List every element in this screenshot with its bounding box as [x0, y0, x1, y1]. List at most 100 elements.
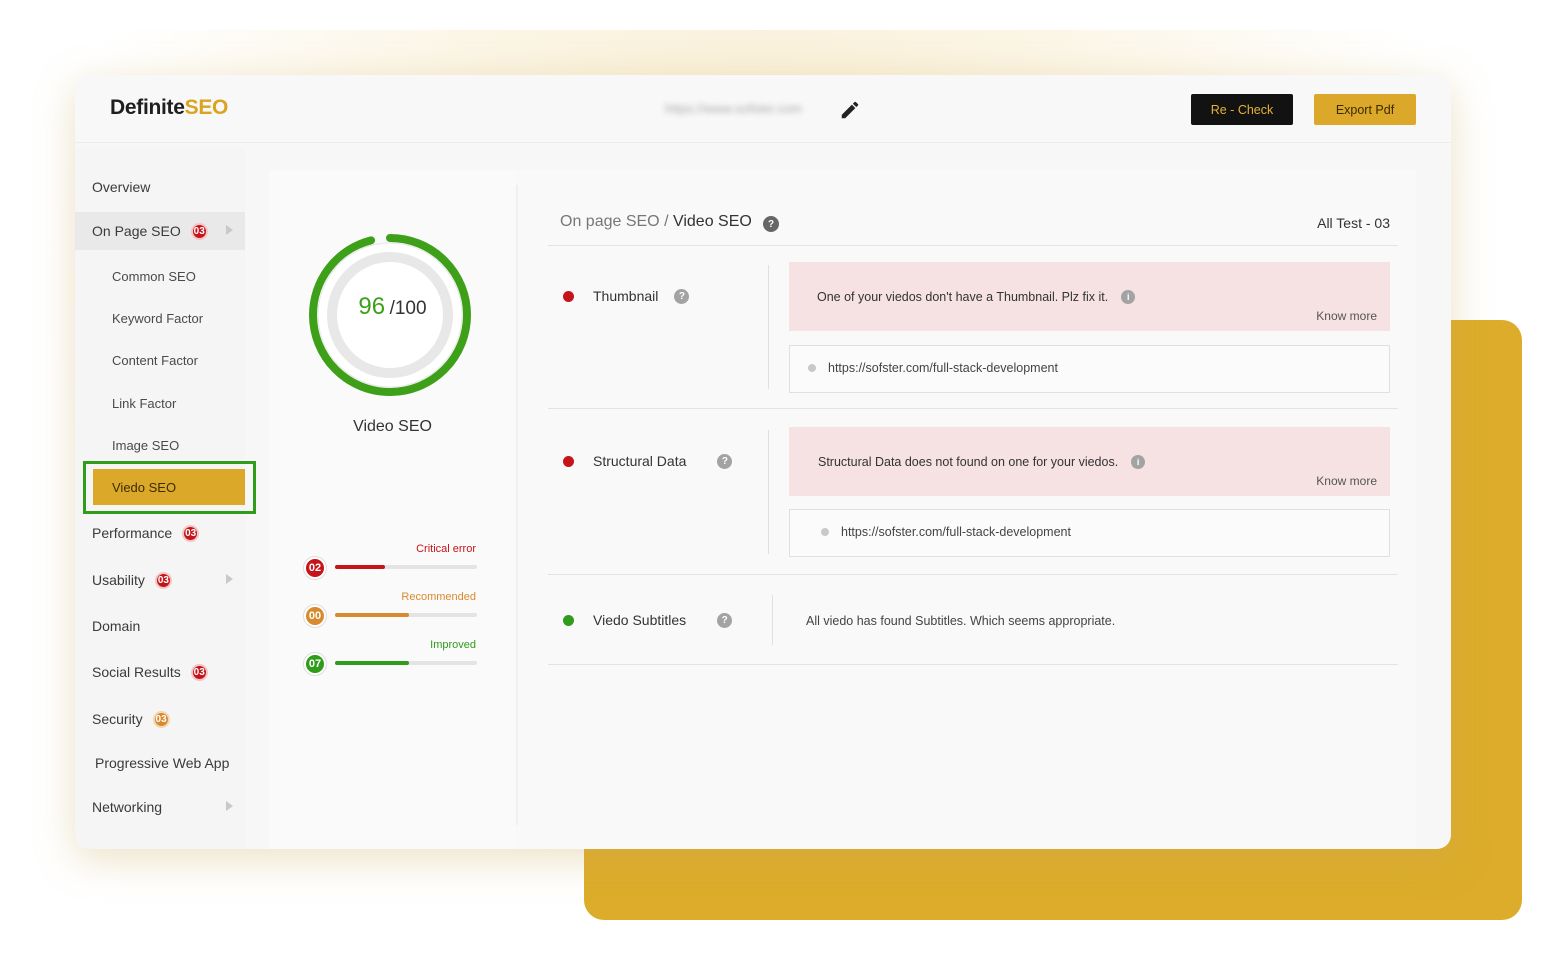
- score-value: 96 /100: [269, 293, 516, 321]
- sidebar-item-label: Image SEO: [112, 437, 180, 453]
- stat-fill: [335, 565, 385, 569]
- sidebar-subitem-common-seo[interactable]: Common SEO: [75, 257, 245, 295]
- stat-count: 02: [304, 557, 326, 579]
- stage: DefiniteSEO https://www.sofster.com Re -…: [0, 0, 1557, 955]
- status-dot: [563, 614, 574, 626]
- sidebar-item-progressive-web-app[interactable]: Progressive Web App: [75, 744, 245, 782]
- url-text[interactable]: https://sofster.com/full-stack-developme…: [828, 361, 1058, 375]
- sidebar-subitem-video-seo[interactable]: Viedo SEO: [93, 469, 245, 505]
- sidebar-item-label: Performance: [92, 525, 173, 541]
- row-divider: [768, 265, 769, 389]
- count-badge: 03: [190, 663, 208, 681]
- sidebar-item-label: Security: [92, 711, 143, 727]
- question-circle-icon[interactable]: ?: [717, 453, 733, 469]
- sidebar-item-label: Progressive Web App: [95, 755, 230, 771]
- sidebar-subitem-content-factor[interactable]: Content Factor: [75, 341, 245, 379]
- test-row-title: Thumbnail ?: [563, 288, 690, 304]
- status-dot: [563, 290, 574, 302]
- sidebar-item-label: On Page SEO: [92, 223, 181, 239]
- subtitle-result-text: All viedo has found Subtitles. Which see…: [806, 614, 1116, 628]
- logo[interactable]: DefiniteSEO: [110, 96, 228, 120]
- alert-box: Structural Data does not found on one fo…: [789, 427, 1390, 496]
- test-row-title: Viedo Subtitles ?: [563, 612, 733, 628]
- info-circle-icon[interactable]: i: [1131, 455, 1146, 469]
- sidebar-item-label: Domain: [92, 618, 141, 634]
- divider: [548, 574, 1398, 575]
- sidebar-item-label: Networking: [92, 799, 163, 815]
- sidebar-subitem-keyword-factor[interactable]: Keyword Factor: [75, 299, 245, 337]
- sidebar-item-label: Viedo SEO: [112, 479, 177, 495]
- test-row-title: Structural Data ?: [563, 453, 733, 469]
- alert-text: One of your viedos don't have a Thumbnai…: [817, 290, 1109, 304]
- stat-track: [335, 613, 477, 617]
- know-more-link[interactable]: Know more: [1316, 309, 1377, 323]
- sidebar-item-label: Content Factor: [112, 352, 198, 368]
- test-title: Viedo Subtitles: [593, 612, 687, 628]
- score-panel: 96 /100 Video SEO 02 Critical error 00 R…: [269, 170, 516, 849]
- stat-track: [335, 565, 477, 569]
- url-text[interactable]: https://sofster.com/full-stack-developme…: [841, 525, 1071, 539]
- main-panel: On page SEO / Video SEO ? All Test - 03 …: [516, 170, 1416, 849]
- count-badge: 03: [182, 524, 200, 542]
- sidebar-subitem-image-seo[interactable]: Image SEO: [75, 426, 245, 464]
- stat-label: Critical error: [416, 543, 476, 555]
- score-label: Video SEO: [353, 418, 432, 435]
- caret-right-icon: [226, 225, 233, 235]
- stat-fill: [335, 613, 409, 617]
- top-bar: DefiniteSEO https://www.sofster.com Re -…: [75, 75, 1451, 143]
- sidebar-item-domain[interactable]: Domain: [75, 607, 245, 645]
- alert-message: One of your viedos don't have a Thumbnai…: [817, 290, 1136, 304]
- alert-box: One of your viedos don't have a Thumbnai…: [789, 262, 1390, 331]
- stat-label: Recommended: [401, 591, 476, 603]
- breadcrumb-parent[interactable]: On page SEO: [560, 213, 660, 230]
- row-divider: [772, 595, 773, 645]
- sidebar-item-usability[interactable]: Usability 03: [75, 561, 245, 599]
- sidebar-item-label: Link Factor: [112, 395, 177, 411]
- caret-right-icon: [226, 574, 233, 584]
- sidebar-item-security[interactable]: Security 03: [75, 700, 245, 738]
- sidebar-item-overview[interactable]: Overview: [75, 168, 245, 206]
- sidebar-subitem-link-factor[interactable]: Link Factor: [75, 384, 245, 422]
- test-title: Structural Data: [593, 453, 687, 469]
- row-divider: [768, 430, 769, 554]
- sidebar-item-label: Overview: [92, 179, 151, 195]
- sidebar-item-networking[interactable]: Networking: [75, 788, 245, 826]
- stat-critical: 02 Critical error: [304, 543, 484, 583]
- sidebar-item-label: Usability: [92, 572, 145, 588]
- url-box: https://sofster.com/full-stack-developme…: [789, 509, 1390, 557]
- divider: [548, 408, 1398, 409]
- export-pdf-button[interactable]: Export Pdf: [1314, 94, 1416, 125]
- status-dot: [563, 455, 574, 467]
- question-circle-icon[interactable]: ?: [763, 216, 779, 232]
- logo-main: Definite: [110, 96, 185, 119]
- pencil-icon[interactable]: [839, 99, 861, 121]
- question-circle-icon[interactable]: ?: [717, 612, 733, 628]
- question-circle-icon[interactable]: ?: [674, 288, 690, 304]
- sidebar-item-label: Common SEO: [112, 268, 196, 284]
- test-title: Thumbnail: [593, 288, 659, 304]
- info-circle-icon[interactable]: i: [1121, 290, 1136, 304]
- app-window: DefiniteSEO https://www.sofster.com Re -…: [75, 75, 1451, 849]
- breadcrumb: On page SEO / Video SEO: [560, 213, 752, 231]
- score-max: /100: [389, 298, 427, 319]
- stat-improved: 07 Improved: [304, 639, 484, 679]
- panel-divider: [516, 185, 518, 825]
- breadcrumb-separator: /: [659, 213, 673, 230]
- count-badge: 03: [154, 571, 172, 589]
- stat-fill: [335, 661, 409, 665]
- caret-right-icon: [226, 801, 233, 811]
- logo-accent: SEO: [184, 96, 229, 119]
- sidebar-item-performance[interactable]: Performance 03: [75, 514, 245, 552]
- know-more-link[interactable]: Know more: [1316, 474, 1377, 488]
- sidebar-item-social-results[interactable]: Social Results 03: [75, 653, 245, 691]
- stat-count: 00: [304, 605, 326, 627]
- count-badge: 03: [190, 222, 208, 240]
- recheck-button[interactable]: Re - Check: [1191, 94, 1293, 125]
- divider: [548, 245, 1398, 246]
- alert-text: Structural Data does not found on one fo…: [818, 455, 1119, 469]
- count-badge: 03: [152, 710, 170, 728]
- breadcrumb-current: Video SEO: [672, 213, 752, 230]
- sidebar-item-on-page-seo[interactable]: On Page SEO 03: [75, 212, 245, 250]
- bullet-icon: [821, 528, 829, 536]
- sidebar-item-label: Keyword Factor: [112, 310, 204, 326]
